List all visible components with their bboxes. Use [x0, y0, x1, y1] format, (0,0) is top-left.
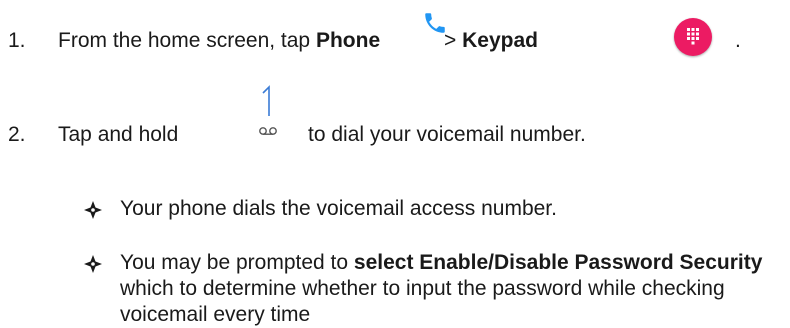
step-1: 1. From the home screen, tap Phone > Keyp… [8, 28, 538, 54]
step-1-period: . [735, 29, 741, 52]
step-2: 2. Tap and hold to dial your voicemail nu… [8, 122, 788, 148]
bullet-text: Your phone dials the voicemail access nu… [120, 197, 557, 220]
phone-icon [422, 10, 448, 36]
bullet-text: You may be prompted to select Enable/Dis… [120, 250, 790, 328]
step-2-text-after: to dial your voicemail number. [308, 123, 586, 146]
bullet-bold-1: select Enable/Disable Password [353, 251, 674, 274]
key-1-digit [258, 84, 278, 118]
step-1-text: From the home screen, tap [58, 29, 311, 52]
bullet-bold-2: Security [679, 251, 763, 274]
voicemail-icon [255, 124, 281, 138]
step-1-number: 1. [8, 29, 26, 52]
bullet-diamond-icon [84, 255, 102, 273]
bullet-diamond-icon [84, 201, 102, 219]
step-2-text: Tap and hold [58, 123, 179, 146]
bullet-suffix: which to determine whether to input the … [120, 277, 725, 326]
keypad-label: Keypad [462, 29, 538, 52]
phone-label: Phone [315, 29, 381, 52]
step-2-number: 2. [8, 123, 26, 146]
bullet-prefix: You may be prompted to [120, 251, 349, 274]
dialpad-icon [674, 18, 712, 56]
